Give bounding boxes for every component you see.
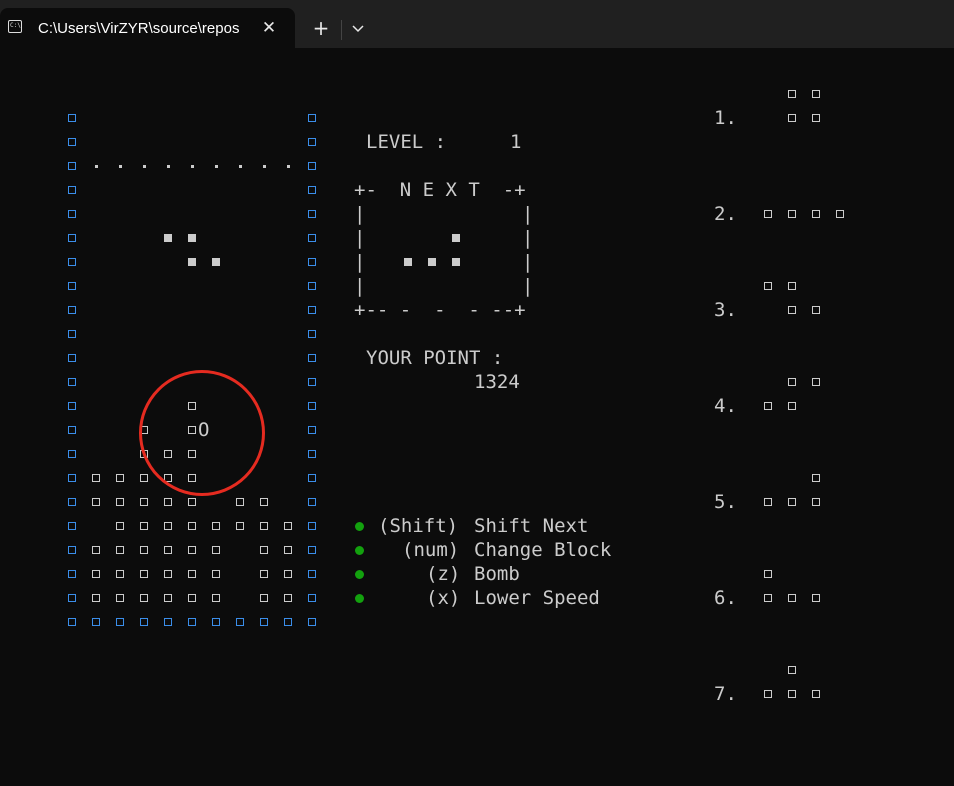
points-label: YOUR POINT : [366,347,504,369]
next-box-side-left: | [354,275,366,297]
list-block-cell [764,498,772,506]
list-block-cell [788,402,796,410]
terminal-tab[interactable]: C:\ C:\Users\VirZYR\source\repos ✕ [0,8,295,48]
control-key: (Shift) [378,515,459,537]
block-number: 2. [714,203,737,225]
list-block-cell [788,666,796,674]
control-key: (num) [402,539,460,561]
next-box-side-left: | [354,227,366,249]
bullet-icon [355,546,364,555]
list-block-cell [812,378,820,386]
chevron-down-icon [352,25,364,33]
list-block-cell [788,282,796,290]
bullet-icon [355,570,364,579]
next-block-cell [428,258,436,266]
list-block-cell [812,114,820,122]
list-block-cell [788,594,796,602]
tab-separator [341,20,342,40]
next-box-side-right: | [522,275,534,297]
next-box-footer: +-- - - - --+ [354,299,526,321]
points-value: 1324 [474,371,520,393]
block-number: 5. [714,491,737,513]
list-block-cell [788,690,796,698]
next-block-cell [404,258,412,266]
bullet-icon [355,522,364,531]
next-block-cell [452,234,460,242]
block-number: 7. [714,683,737,705]
control-key: (x) [426,587,461,609]
level-value: 1 [510,131,522,153]
list-block-cell [788,114,796,122]
list-block-cell [764,690,772,698]
list-block-cell [812,498,820,506]
title-bar: C:\ C:\Users\VirZYR\source\repos ✕ + [0,0,954,48]
list-block-cell [812,90,820,98]
level-label: LEVEL : [366,131,447,153]
cursor-marker: O [198,419,210,441]
tab-title: C:\Users\VirZYR\source\repos [38,20,240,37]
terminal-icon: C:\ [8,20,22,33]
list-block-cell [788,498,796,506]
block-number: 3. [714,299,737,321]
list-block-cell [764,570,772,578]
next-block-cell [452,258,460,266]
list-block-cell [812,690,820,698]
list-block-cell [788,210,796,218]
control-action: Bomb [474,563,520,585]
list-block-cell [812,210,820,218]
next-box-header: +- N E X T -+ [354,179,526,201]
bullet-icon [355,594,364,603]
block-number: 4. [714,395,737,417]
list-block-cell [812,306,820,314]
next-box-side-right: | [522,251,534,273]
control-action: Lower Speed [474,587,600,609]
block-number: 6. [714,587,737,609]
control-action: Change Block [474,539,612,561]
list-block-cell [764,402,772,410]
control-key: (z) [426,563,461,585]
list-block-cell [764,210,772,218]
new-tab-button[interactable]: + [308,16,334,42]
list-block-cell [836,210,844,218]
next-box-side-left: | [354,203,366,225]
list-block-cell [812,594,820,602]
next-box-side-left: | [354,251,366,273]
list-block-cell [788,306,796,314]
control-action: Shift Next [474,515,589,537]
list-block-cell [788,378,796,386]
list-block-cell [812,474,820,482]
terminal-area[interactable]: O LEVEL : 1 +- N E X T -+ | | | | | | | … [0,48,954,786]
tab-dropdown-button[interactable] [346,16,370,42]
next-box-side-right: | [522,203,534,225]
next-box-side-right: | [522,227,534,249]
list-block-cell [788,90,796,98]
block-number: 1. [714,107,737,129]
list-block-cell [764,282,772,290]
list-block-cell [764,594,772,602]
close-tab-icon[interactable]: ✕ [258,17,280,39]
